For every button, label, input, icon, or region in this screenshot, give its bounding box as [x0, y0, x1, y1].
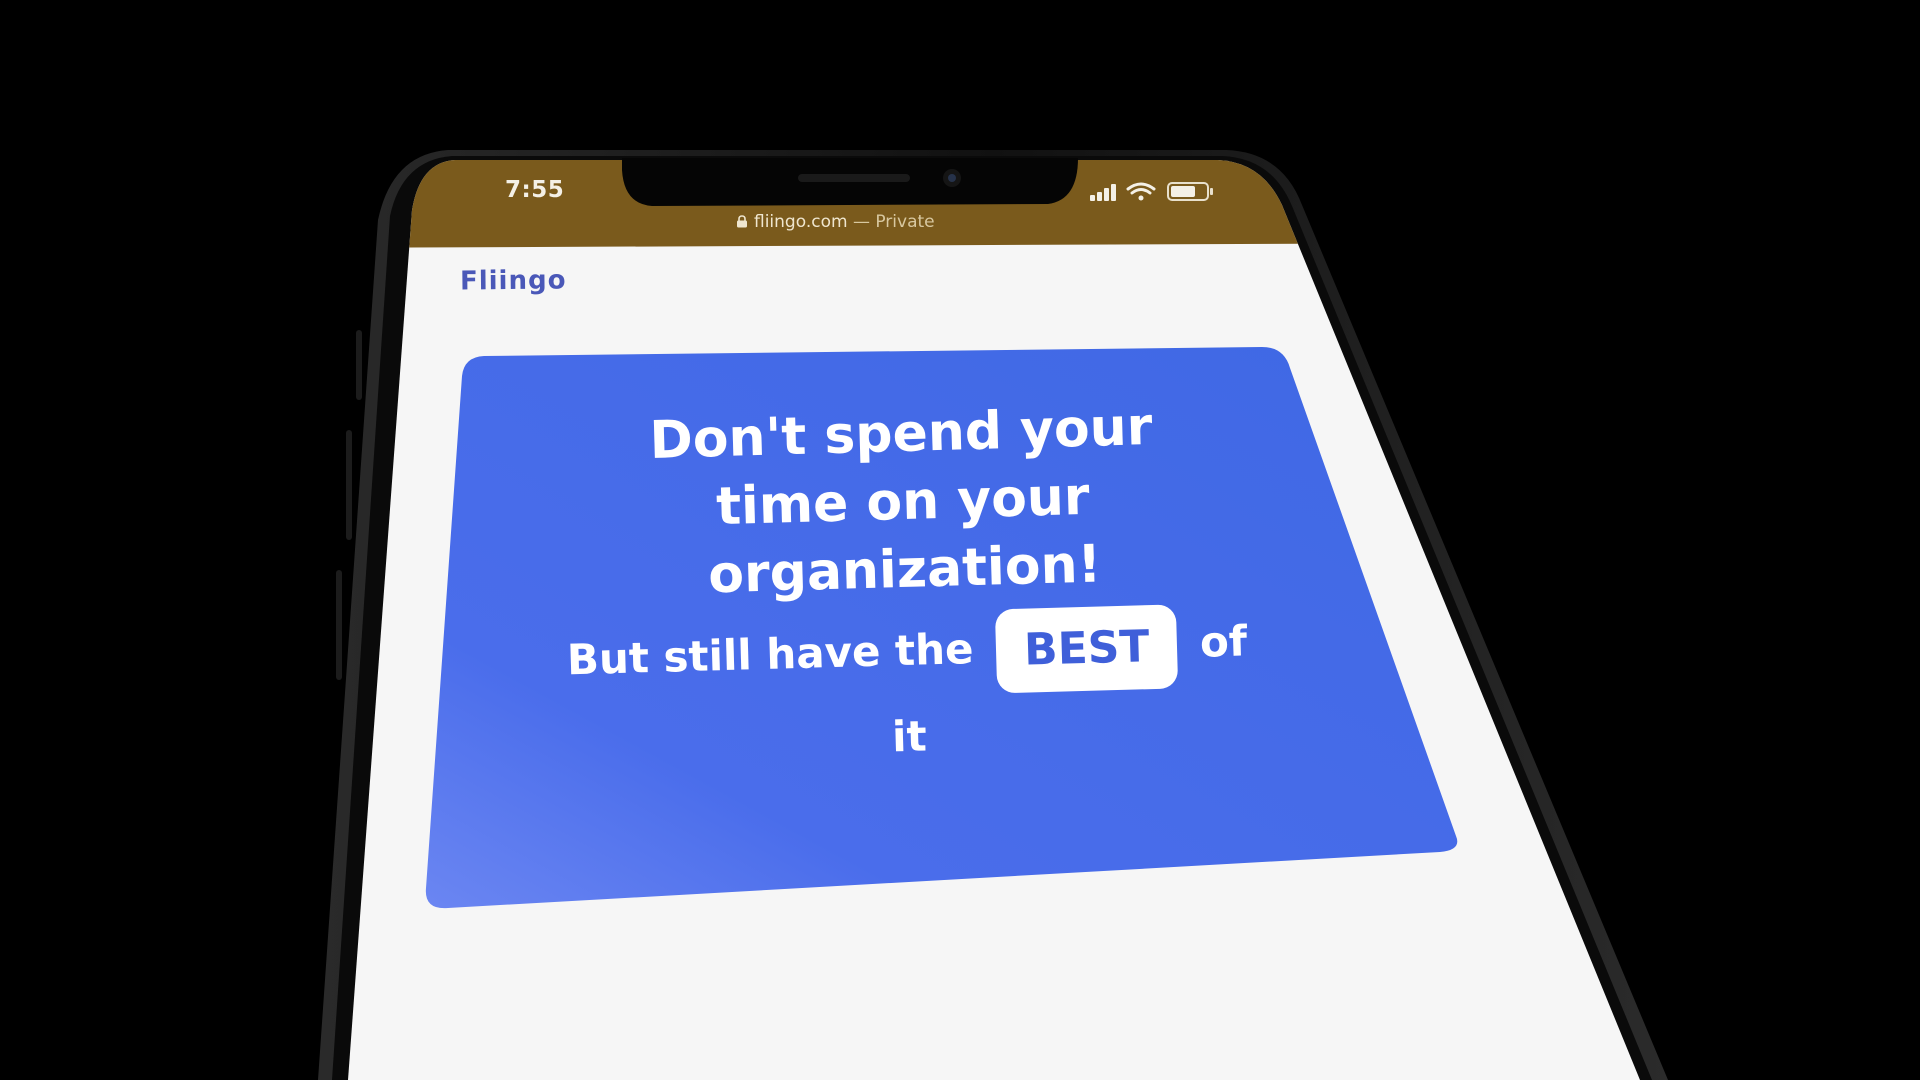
scene: 7:55 fliingo.com — Private Fliingo Don't…: [0, 0, 1920, 1080]
battery-icon: [1167, 182, 1213, 201]
hero-subheadline: But still have the BEST of it: [526, 599, 1290, 788]
lock-icon: [736, 213, 748, 228]
hero-sub-suffix: of: [1199, 616, 1248, 667]
wifi-icon: [1126, 182, 1156, 201]
hero-card: Don't spend your time on your organizati…: [520, 389, 1290, 788]
hero-sub-end: it: [891, 710, 928, 761]
status-icons: [1088, 180, 1223, 208]
hero-sub-prefix: But still have the: [566, 624, 975, 685]
best-badge: BEST: [994, 603, 1179, 693]
status-time: 7:55: [505, 177, 565, 203]
private-label: — Private: [852, 212, 935, 232]
site-logo[interactable]: Fliingo: [460, 265, 567, 296]
browser-url-bar[interactable]: fliingo.com — Private: [736, 212, 1006, 232]
signal-icon: [1090, 184, 1116, 201]
url-text: fliingo.com: [754, 212, 848, 232]
hero-headline: Don't spend your time on your organizati…: [648, 396, 1154, 606]
